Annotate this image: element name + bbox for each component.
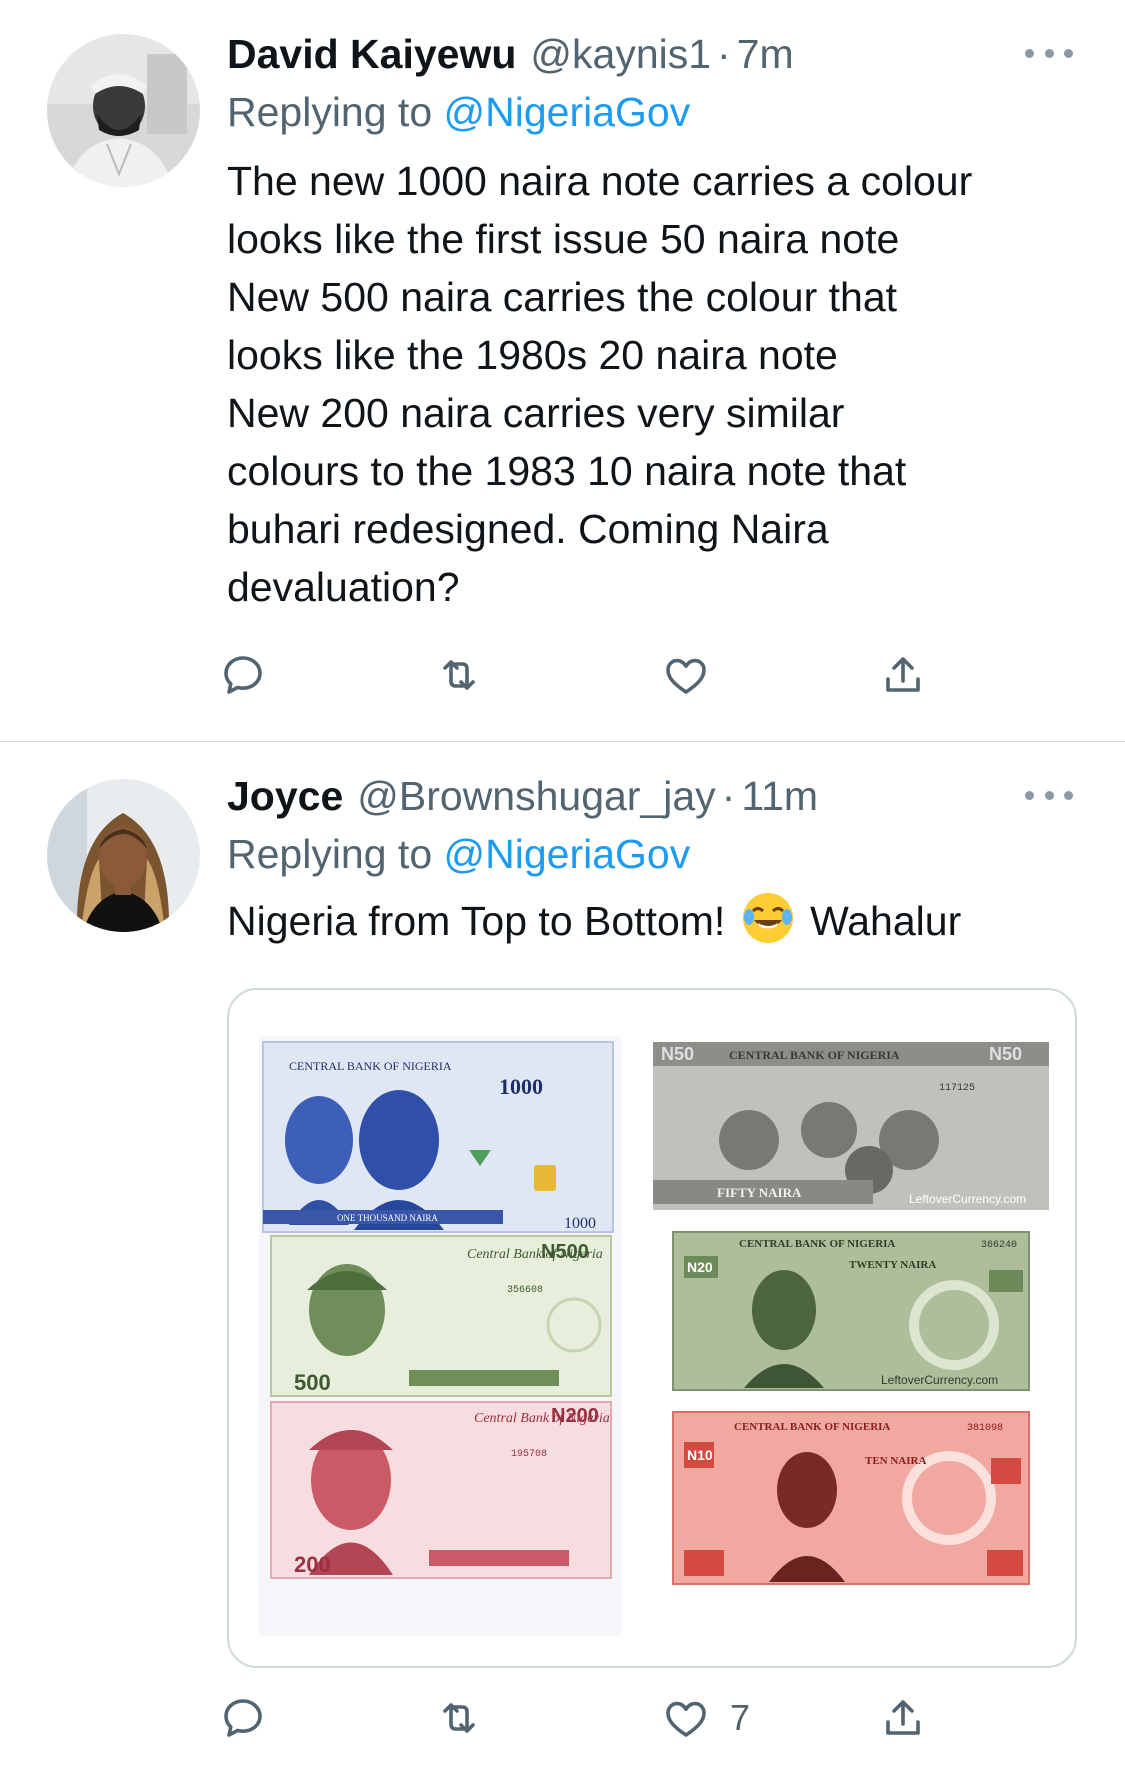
tweet-body: David Kaiyewu @kaynis1 · 7m Replying to …	[227, 28, 1073, 616]
note-1000-words: ONE THOUSAND NAIRA	[337, 1213, 438, 1223]
like-button[interactable]: 7	[662, 1688, 750, 1748]
tweet-text-line: New 200 naira carries very similar	[227, 390, 845, 436]
note-1000-value: 1000	[564, 1215, 596, 1232]
text-after-emoji: Wahalur	[798, 898, 962, 944]
note-200-denomination: N200	[551, 1405, 599, 1427]
share-icon	[886, 1700, 920, 1735]
note-old-20: CENTRAL BANK OF NIGERIA N20 TWENTY NAIRA…	[672, 1231, 1030, 1391]
author-handle[interactable]: @Brownshugar_jay	[357, 770, 715, 822]
tweet-actions: 7	[224, 1688, 947, 1748]
avatar-image	[47, 779, 200, 932]
tweet-text-line: New 500 naira carries the colour that	[227, 274, 898, 320]
tweet-text-line: Nigeria from Top to Bottom! Wahalur	[227, 892, 1073, 950]
note-old-10-denomination: N10	[687, 1447, 713, 1463]
note-1000-issuer: CENTRAL BANK OF NIGERIA	[289, 1059, 452, 1073]
note-old-20-serial: 366240	[981, 1240, 1017, 1251]
tweet-text-line: buhari redesigned. Coming Naira	[227, 506, 829, 552]
tweet[interactable]: Joyce @Brownshugar_jay · 11m Replying to…	[0, 742, 1125, 1771]
tweet-text-line: looks like the first issue 50 naira note	[227, 216, 900, 262]
note-500-denomination: N500	[541, 1241, 589, 1263]
note-old-50: CENTRAL BANK OF NIGERIA N50 N50 117125 F…	[653, 1042, 1049, 1210]
tweet-header: David Kaiyewu @kaynis1 · 7m	[227, 28, 1073, 80]
tweet-text-line: devaluation?	[227, 564, 460, 610]
tweet-text: The new 1000 naira note carries a colour…	[227, 152, 1073, 616]
tweet-text-line: The new 1000 naira note carries a colour	[227, 158, 973, 204]
timestamp[interactable]: 11m	[741, 770, 818, 822]
tweet-text-line: looks like the 1980s 20 naira note	[227, 332, 838, 378]
note-old-20-words: TWENTY NAIRA	[849, 1259, 936, 1271]
more-options-icon[interactable]	[1025, 38, 1073, 68]
replying-prefix: Replying to	[227, 89, 444, 135]
avatar[interactable]	[47, 34, 200, 187]
note-200-value: 200	[294, 1552, 331, 1577]
author-name[interactable]: David Kaiyewu	[227, 28, 516, 80]
tweet-body: Joyce @Brownshugar_jay · 11m Replying to…	[227, 770, 1073, 950]
naira-notes-collage: CENTRAL BANK OF NIGERIA 1000 ONE THOUSAN…	[229, 990, 1075, 1666]
note-old-10-words: TEN NAIRA	[865, 1455, 926, 1467]
retweet-icon	[443, 1703, 475, 1733]
separator: ·	[721, 773, 736, 819]
like-button[interactable]	[662, 645, 730, 705]
note-old-50-watermark: LeftoverCurrency.com	[909, 1192, 1026, 1206]
share-button[interactable]	[879, 645, 927, 705]
tweet-header: Joyce @Brownshugar_jay · 11m	[227, 770, 1073, 822]
note-500-value: 500	[294, 1370, 331, 1395]
like-count: 7	[730, 1697, 751, 1738]
mention-link[interactable]: @NigeriaGov	[444, 89, 691, 135]
note-1000-denomination: 1000	[499, 1074, 543, 1099]
mention-link[interactable]: @NigeriaGov	[444, 831, 691, 877]
reply-button[interactable]	[219, 1688, 267, 1748]
note-old-10: CENTRAL BANK OF NIGERIA N10 TEN NAIRA 38…	[672, 1411, 1030, 1585]
more-options-icon[interactable]	[1025, 780, 1073, 810]
note-old-10-serial: 381098	[967, 1423, 1003, 1434]
text-before-emoji: Nigeria from Top to Bottom!	[227, 898, 737, 944]
note-old-50-serial: 117125	[939, 1083, 975, 1094]
timestamp[interactable]: 7m	[737, 28, 794, 80]
note-old-50-issuer: CENTRAL BANK OF NIGERIA	[729, 1048, 900, 1062]
retweet-icon	[443, 660, 475, 690]
note-old-20-denomination: N20	[687, 1259, 713, 1275]
retweet-button[interactable]	[435, 645, 483, 705]
tweet-actions	[224, 645, 947, 705]
note-200-serial: 195708	[511, 1449, 547, 1460]
tweet-text: Nigeria from Top to Bottom! Wahalur	[227, 892, 1073, 950]
avatar[interactable]	[47, 779, 200, 932]
note-old-50-denomination-right: N50	[989, 1044, 1022, 1064]
laughing-tears-emoji-icon	[742, 893, 793, 943]
tweet[interactable]: David Kaiyewu @kaynis1 · 7m Replying to …	[0, 0, 1125, 741]
replying-to: Replying to @NigeriaGov	[227, 86, 1073, 138]
note-1000: CENTRAL BANK OF NIGERIA 1000 ONE THOUSAN…	[262, 1041, 614, 1233]
share-button[interactable]	[879, 1688, 927, 1748]
avatar-image	[47, 34, 200, 187]
note-200: Central Bank of Nigeria N200 195708 200	[270, 1401, 612, 1579]
reply-button[interactable]	[219, 645, 267, 705]
author-name[interactable]: Joyce	[227, 770, 343, 822]
note-old-10-issuer: CENTRAL BANK OF NIGERIA	[734, 1421, 890, 1433]
media-image[interactable]: CENTRAL BANK OF NIGERIA 1000 ONE THOUSAN…	[227, 988, 1077, 1668]
note-old-50-denomination: N50	[661, 1044, 694, 1064]
reply-icon	[224, 656, 262, 694]
author-handle[interactable]: @kaynis1	[530, 28, 711, 80]
note-500-serial: 356608	[507, 1285, 543, 1296]
note-old-50-words: FIFTY NAIRA	[717, 1185, 802, 1200]
replying-prefix: Replying to	[227, 831, 444, 877]
tweet-text-line: colours to the 1983 10 naira note that	[227, 448, 907, 494]
separator: ·	[717, 31, 731, 77]
replying-to: Replying to @NigeriaGov	[227, 828, 1073, 880]
note-old-20-issuer: CENTRAL BANK OF NIGERIA	[739, 1238, 895, 1250]
note-500: Central Bank of Nigeria N500 356608 500	[270, 1235, 612, 1397]
heart-icon	[666, 1701, 706, 1737]
heart-icon	[666, 658, 706, 694]
reply-icon	[224, 1699, 262, 1737]
retweet-button[interactable]	[435, 1688, 483, 1748]
share-icon	[886, 657, 920, 692]
note-old-20-watermark: LeftoverCurrency.com	[881, 1373, 998, 1387]
